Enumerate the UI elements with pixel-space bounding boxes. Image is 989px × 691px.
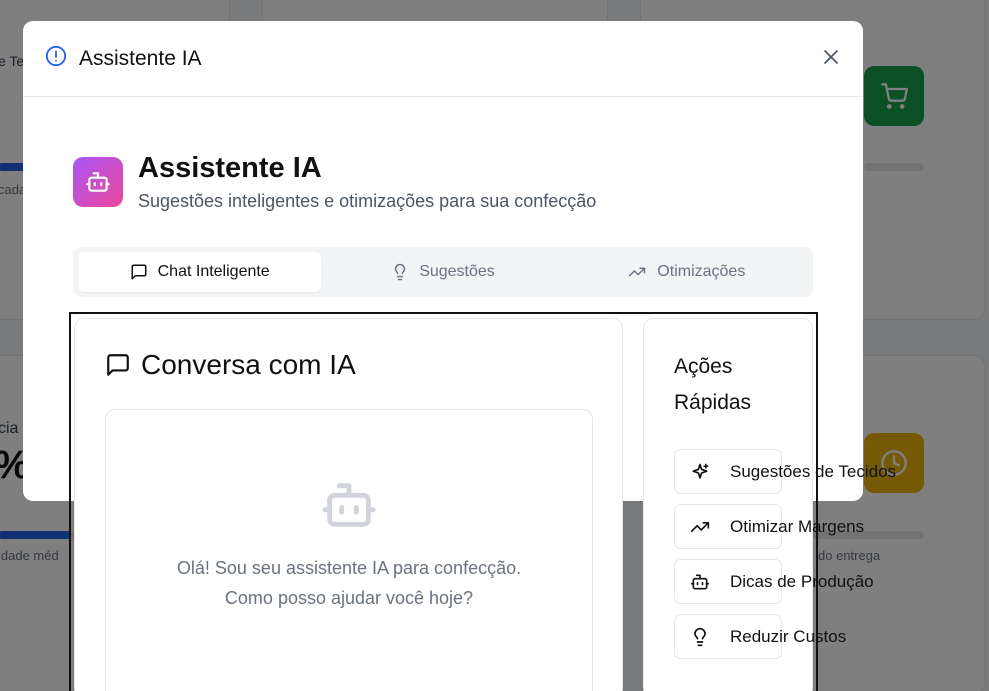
close-button[interactable] — [819, 47, 843, 71]
assistant-subtitle: Sugestões inteligentes e otimizações par… — [138, 191, 597, 211]
tab-label: Chat Inteligente — [157, 263, 270, 280]
lightbulb-icon — [394, 263, 406, 281]
tab-label: Sugestões — [419, 263, 495, 280]
trending-up-icon — [629, 267, 646, 277]
assistant-title: Assistente IA — [138, 152, 322, 184]
tab-bar: Chat Inteligente Sugestões Otimizações — [73, 247, 813, 297]
tab-chat-inteligente[interactable]: Chat Inteligente — [78, 252, 322, 292]
close-icon — [822, 48, 840, 71]
bot-logo-icon — [73, 157, 123, 207]
selection-outline — [69, 312, 818, 691]
tab-sugestoes[interactable]: Sugestões — [321, 252, 564, 292]
assistant-header: Assistente IA Sugestões inteligentes e o… — [73, 152, 597, 212]
modal-title: Assistente IA — [79, 46, 202, 70]
message-square-icon — [131, 264, 147, 280]
info-icon — [45, 45, 67, 72]
tab-otimizacoes[interactable]: Otimizações — [565, 252, 808, 292]
tab-label: Otimizações — [657, 263, 746, 280]
modal-header: Assistente IA — [23, 21, 863, 97]
